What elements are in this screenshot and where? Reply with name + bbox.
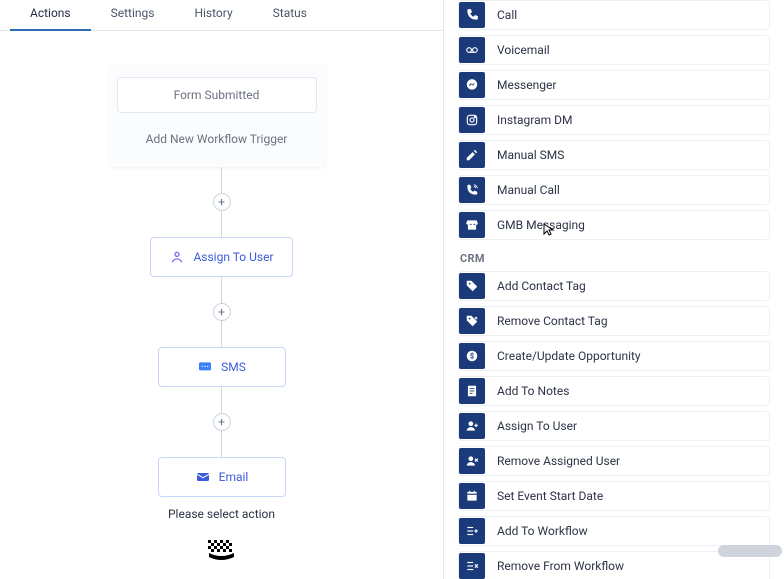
user-x-icon	[459, 448, 485, 474]
phone-ring-icon	[459, 177, 485, 203]
dollar-icon: $	[459, 343, 485, 369]
action-item-call[interactable]: Call	[458, 0, 770, 30]
action-item-label: Add Contact Tag	[497, 279, 586, 293]
node-label: SMS	[221, 360, 246, 374]
action-item-voicemail[interactable]: Voicemail	[458, 35, 770, 65]
action-item-label: Instagram DM	[497, 113, 573, 127]
node-assign-to-user[interactable]: Assign To User	[150, 237, 292, 277]
action-item-opportunity[interactable]: $ Create/Update Opportunity	[458, 341, 770, 371]
add-trigger-button[interactable]: Add New Workflow Trigger	[117, 123, 317, 155]
messenger-icon	[459, 72, 485, 98]
action-item-label: Assign To User	[497, 419, 577, 433]
node-label: Email	[219, 470, 249, 484]
tabs-bar: Actions Settings History Status	[0, 0, 443, 31]
left-pane: Actions Settings History Status Form Sub…	[0, 0, 444, 579]
action-item-manual_sms[interactable]: Manual SMS	[458, 140, 770, 170]
voicemail-icon	[459, 37, 485, 63]
tab-history[interactable]: History	[174, 0, 252, 30]
action-item-label: Create/Update Opportunity	[497, 349, 641, 363]
add-node-button-2[interactable]: +	[213, 303, 231, 321]
action-item-label: Manual SMS	[497, 148, 564, 162]
tab-settings[interactable]: Settings	[91, 0, 175, 30]
action-item-label: Remove Contact Tag	[497, 314, 608, 328]
action-item-label: Messenger	[497, 78, 556, 92]
action-item-add_workflow[interactable]: Add To Workflow	[458, 516, 770, 546]
list-plus-icon	[459, 518, 485, 544]
tag-x-icon	[459, 308, 485, 334]
action-item-label: Add To Notes	[497, 384, 569, 398]
connector-line	[221, 277, 222, 303]
user-icon	[169, 249, 185, 265]
connector-line	[221, 321, 222, 347]
plus-icon: +	[218, 195, 225, 209]
instagram-icon	[459, 107, 485, 133]
tab-status[interactable]: Status	[253, 0, 327, 30]
list-x-icon	[459, 553, 485, 579]
action-item-notes[interactable]: Add To Notes	[458, 376, 770, 406]
actions-group-communication: Call Voicemail Messenger Instagram DM Manual…	[458, 0, 770, 240]
action-item-label: Remove From Workflow	[497, 559, 624, 573]
action-item-instagram[interactable]: Instagram DM	[458, 105, 770, 135]
finish-flag-icon	[207, 539, 237, 571]
connector-line	[221, 431, 222, 457]
workflow-canvas: Form Submitted Add New Workflow Trigger …	[0, 31, 443, 579]
add-node-button-3[interactable]: +	[213, 413, 231, 431]
add-node-button-1[interactable]: +	[213, 193, 231, 211]
action-item-manual_call[interactable]: Manual Call	[458, 175, 770, 205]
node-email[interactable]: Email	[158, 457, 286, 497]
trigger-card-form-submitted[interactable]: Form Submitted	[117, 77, 317, 113]
horizontal-scrollbar[interactable]	[718, 545, 782, 557]
action-item-remove_user[interactable]: Remove Assigned User	[458, 446, 770, 476]
plus-icon: +	[218, 305, 225, 319]
action-item-label: Add To Workflow	[497, 524, 588, 538]
user-plus-icon	[459, 413, 485, 439]
action-item-assign_user[interactable]: Assign To User	[458, 411, 770, 441]
actions-panel: Call Voicemail Messenger Instagram DM Manual…	[444, 0, 784, 579]
action-item-label: Voicemail	[497, 43, 550, 57]
storefront-icon	[459, 212, 485, 238]
action-item-add_tag[interactable]: Add Contact Tag	[458, 271, 770, 301]
connector-line	[221, 387, 222, 413]
section-label-crm: CRM	[460, 252, 768, 265]
action-item-event_date[interactable]: Set Event Start Date	[458, 481, 770, 511]
action-item-label: Set Event Start Date	[497, 489, 603, 503]
sms-icon	[197, 359, 213, 375]
node-sms[interactable]: SMS	[158, 347, 286, 387]
connector-line	[221, 211, 222, 237]
pencil-icon	[459, 142, 485, 168]
calendar-icon	[459, 483, 485, 509]
action-item-messenger[interactable]: Messenger	[458, 70, 770, 100]
action-item-label: Remove Assigned User	[497, 454, 620, 468]
action-item-gmb[interactable]: GMB Messaging	[458, 210, 770, 240]
tag-icon	[459, 273, 485, 299]
action-item-label: GMB Messaging	[497, 218, 585, 232]
tab-actions[interactable]: Actions	[10, 0, 91, 30]
connector-line	[221, 167, 222, 193]
action-item-label: Call	[497, 8, 517, 22]
note-icon	[459, 378, 485, 404]
action-item-remove_tag[interactable]: Remove Contact Tag	[458, 306, 770, 336]
trigger-group: Form Submitted Add New Workflow Trigger	[109, 65, 325, 167]
svg-text:$: $	[470, 352, 474, 360]
email-icon	[195, 469, 211, 485]
node-label: Assign To User	[193, 250, 273, 264]
actions-group-crm: Add Contact Tag Remove Contact Tag $ Create…	[458, 271, 770, 579]
plus-icon: +	[218, 415, 225, 429]
placeholder-select-action: Please select action	[168, 507, 275, 521]
phone-icon	[459, 2, 485, 28]
action-item-label: Manual Call	[497, 183, 560, 197]
